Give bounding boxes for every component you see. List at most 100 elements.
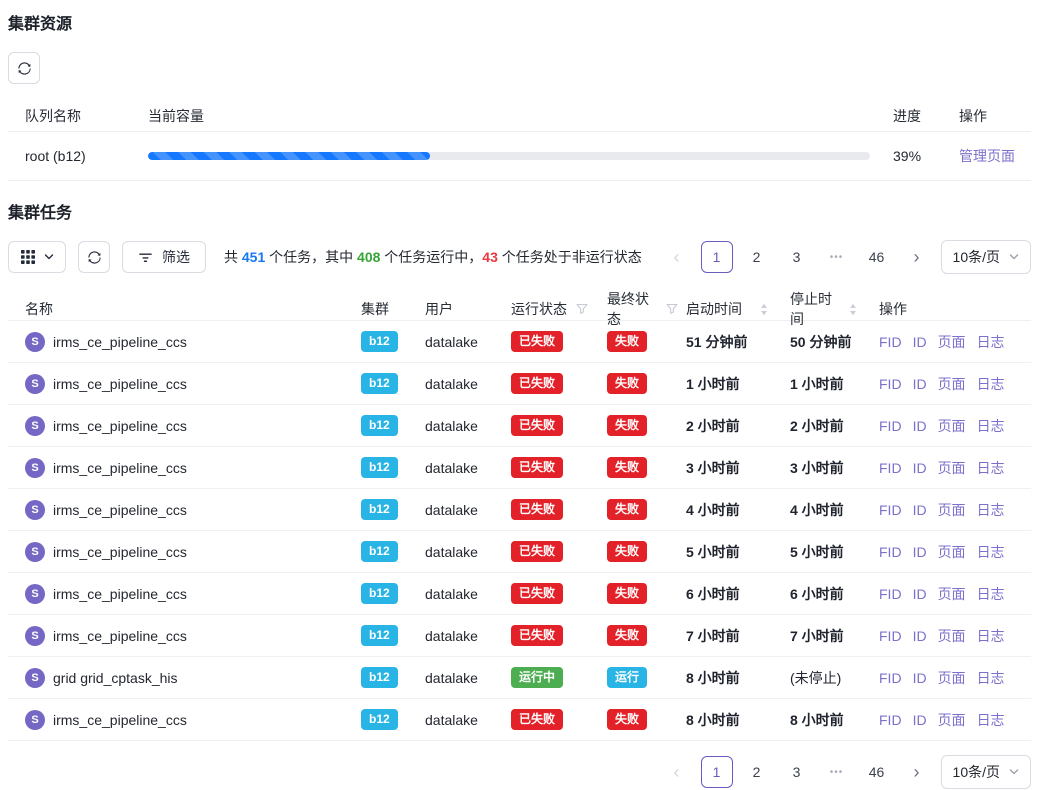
action-link[interactable]: 页面: [938, 626, 966, 646]
start-time-header: 启动时间: [686, 299, 742, 319]
page-button-46[interactable]: 46: [861, 756, 893, 788]
action-link[interactable]: FID: [879, 376, 902, 392]
cluster-badge: b12: [361, 625, 398, 645]
prev-page-button[interactable]: ‹: [661, 241, 693, 273]
queue-table-header: 队列名称 当前容量 进度 操作: [8, 100, 1031, 132]
action-link[interactable]: ID: [913, 586, 927, 602]
task-name: irms_ce_pipeline_ccs: [53, 376, 187, 392]
action-link[interactable]: 日志: [977, 332, 1005, 352]
stop-time: 6 小时前: [782, 584, 871, 604]
chevron-down-icon: [1009, 252, 1019, 262]
action-link[interactable]: 日志: [977, 710, 1005, 730]
action-link[interactable]: ID: [913, 418, 927, 434]
action-link[interactable]: 日志: [977, 458, 1005, 478]
action-link[interactable]: FID: [879, 544, 902, 560]
action-link[interactable]: 页面: [938, 500, 966, 520]
final-status-badge: 失败: [607, 499, 647, 519]
start-time: 3 小时前: [678, 458, 782, 478]
action-link[interactable]: 日志: [977, 416, 1005, 436]
page-button-46[interactable]: 46: [861, 241, 893, 273]
queue-row: root (b12) 39% 管理页面: [8, 132, 1031, 181]
manage-page-link[interactable]: 管理页面: [959, 148, 1015, 164]
action-link[interactable]: 日志: [977, 374, 1005, 394]
action-link[interactable]: FID: [879, 712, 902, 728]
name-header: 名称: [8, 299, 353, 319]
action-link[interactable]: 日志: [977, 500, 1005, 520]
action-link[interactable]: ID: [913, 670, 927, 686]
user-value: datalake: [417, 628, 503, 644]
next-page-button[interactable]: ›: [901, 241, 933, 273]
chevron-down-icon: [44, 252, 54, 262]
page-size-select-bottom[interactable]: 10条/页: [941, 755, 1031, 789]
page-size-label: 10条/页: [953, 762, 1000, 782]
action-link[interactable]: 页面: [938, 542, 966, 562]
final-status-badge: 失败: [607, 373, 647, 393]
run-status-badge: 已失败: [511, 457, 563, 477]
action-link[interactable]: ID: [913, 628, 927, 644]
row-actions: FID ID 页面日志: [871, 500, 1031, 520]
final-status-header: 最终状态: [607, 289, 657, 329]
start-time: 6 小时前: [678, 584, 782, 604]
layout-grid-button[interactable]: [8, 241, 66, 273]
action-link[interactable]: ID: [913, 502, 927, 518]
cluster-resources-title: 集群资源: [8, 16, 1031, 34]
prev-page-button[interactable]: ‹: [661, 756, 693, 788]
action-link[interactable]: FID: [879, 586, 902, 602]
action-link[interactable]: 页面: [938, 668, 966, 688]
page-button-3[interactable]: 3: [781, 756, 813, 788]
filter-funnel-icon[interactable]: [666, 303, 678, 315]
action-link[interactable]: FID: [879, 628, 902, 644]
filter-button[interactable]: 筛选: [122, 241, 206, 273]
action-link[interactable]: 页面: [938, 710, 966, 730]
action-link[interactable]: ID: [913, 544, 927, 560]
final-status-badge: 失败: [607, 709, 647, 729]
page-button-3[interactable]: 3: [781, 241, 813, 273]
row-actions: FID ID 页面日志: [871, 626, 1031, 646]
page-ellipsis[interactable]: •••: [821, 241, 853, 273]
action-link[interactable]: 页面: [938, 374, 966, 394]
action-link[interactable]: ID: [913, 376, 927, 392]
action-link[interactable]: 页面: [938, 416, 966, 436]
action-link[interactable]: 页面: [938, 458, 966, 478]
action-link[interactable]: 页面: [938, 584, 966, 604]
refresh-resources-button[interactable]: [8, 52, 40, 84]
row-actions: FID ID 页面日志: [871, 710, 1031, 730]
action-link[interactable]: FID: [879, 418, 902, 434]
cluster-badge: b12: [361, 667, 398, 687]
action-link[interactable]: 日志: [977, 542, 1005, 562]
progress-fill: [148, 152, 430, 160]
task-name: irms_ce_pipeline_ccs: [53, 712, 187, 728]
task-name: irms_ce_pipeline_ccs: [53, 502, 187, 518]
action-link[interactable]: ID: [913, 460, 927, 476]
summary-running-count: 408: [357, 249, 380, 265]
action-link[interactable]: ID: [913, 712, 927, 728]
filter-funnel-icon[interactable]: [576, 303, 588, 315]
run-status-badge: 已失败: [511, 499, 563, 519]
action-link[interactable]: ID: [913, 334, 927, 350]
action-link[interactable]: FID: [879, 502, 902, 518]
action-link[interactable]: 页面: [938, 332, 966, 352]
action-link[interactable]: FID: [879, 334, 902, 350]
next-page-button[interactable]: ›: [901, 756, 933, 788]
action-link[interactable]: 日志: [977, 626, 1005, 646]
task-table-footer: ‹123•••46› 10条/页: [8, 755, 1031, 789]
run-status-header: 运行状态: [511, 299, 567, 319]
page-ellipsis[interactable]: •••: [821, 756, 853, 788]
user-value: datalake: [417, 418, 503, 434]
sorter-icon[interactable]: [760, 303, 768, 316]
cluster-tasks-title: 集群任务: [8, 205, 1031, 223]
refresh-tasks-button[interactable]: [78, 241, 110, 273]
action-link[interactable]: 日志: [977, 668, 1005, 688]
page-size-select-top[interactable]: 10条/页: [941, 240, 1031, 274]
cluster-badge: b12: [361, 541, 398, 561]
user-value: datalake: [417, 502, 503, 518]
page-button-2[interactable]: 2: [741, 756, 773, 788]
action-link[interactable]: FID: [879, 460, 902, 476]
page-button-1[interactable]: 1: [701, 241, 733, 273]
run-status-badge: 已失败: [511, 583, 563, 603]
page-button-2[interactable]: 2: [741, 241, 773, 273]
page-button-1[interactable]: 1: [701, 756, 733, 788]
action-link[interactable]: FID: [879, 670, 902, 686]
sorter-icon[interactable]: [849, 303, 857, 316]
action-link[interactable]: 日志: [977, 584, 1005, 604]
